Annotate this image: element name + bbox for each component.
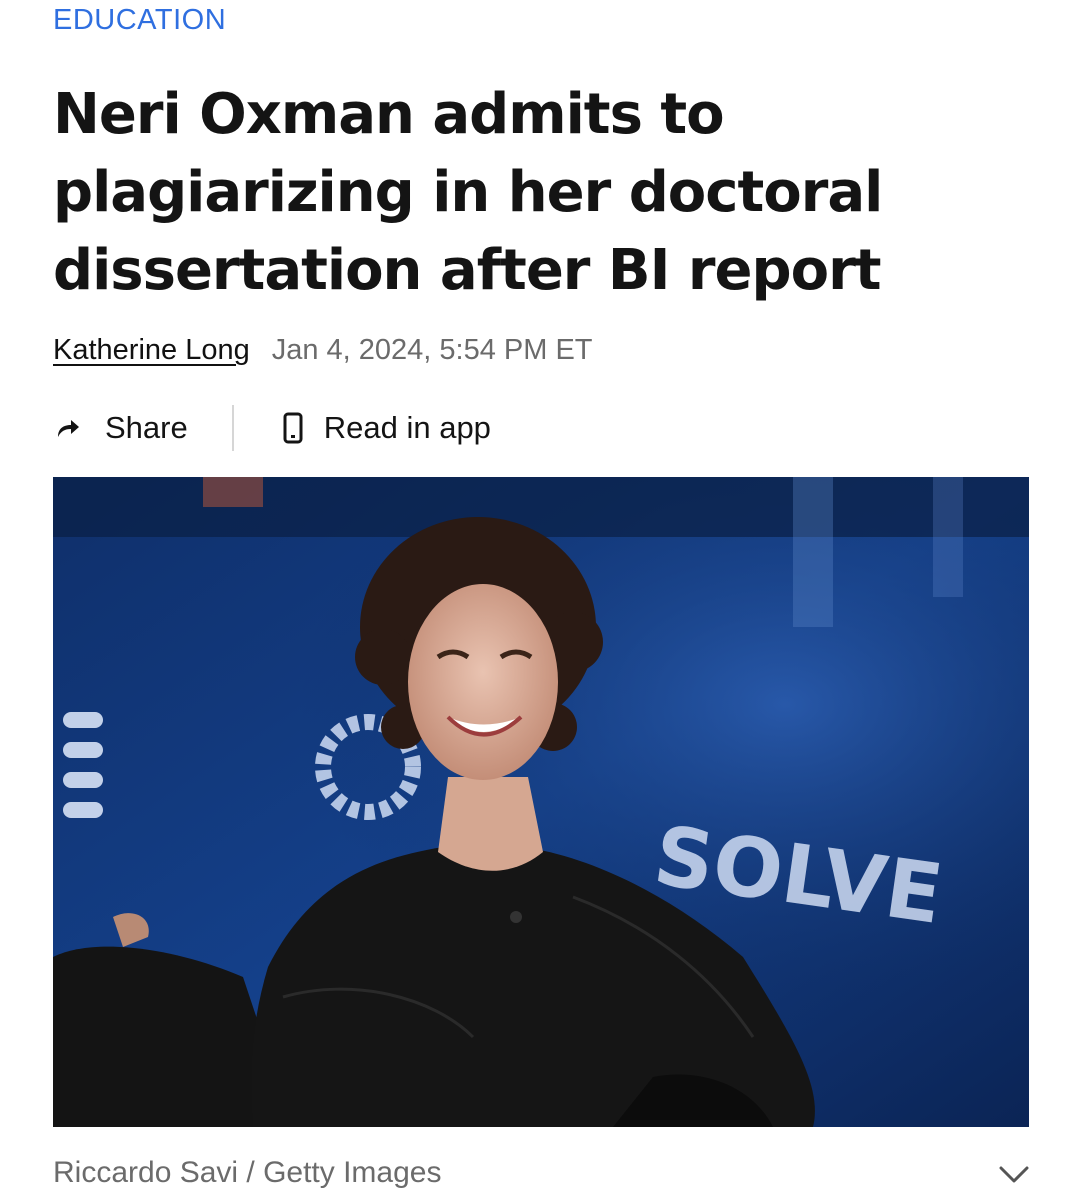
share-label: Share: [105, 410, 188, 445]
article-actions: Share Read in app: [53, 404, 491, 452]
phone-icon: [278, 412, 308, 444]
author-link[interactable]: Katherine Long: [53, 334, 250, 367]
read-in-app-label: Read in app: [323, 410, 491, 445]
read-in-app-button[interactable]: Read in app: [278, 410, 491, 446]
byline: Katherine Long Jan 4, 2024, 5:54 PM ET: [53, 334, 593, 367]
publish-timestamp: Jan 4, 2024, 5:54 PM ET: [271, 334, 593, 366]
category-link[interactable]: EDUCATION: [53, 4, 226, 37]
article-photo: SOLVE: [53, 477, 1029, 1127]
share-button[interactable]: Share: [53, 410, 188, 446]
article-headline: Neri Oxman admits to plagiarizing in her…: [53, 82, 883, 303]
photo-caption: Riccardo Savi / Getty Images: [53, 1156, 442, 1189]
actions-divider: [231, 405, 234, 451]
chevron-down-icon[interactable]: [998, 1163, 1030, 1187]
share-arrow-icon: [53, 413, 83, 443]
